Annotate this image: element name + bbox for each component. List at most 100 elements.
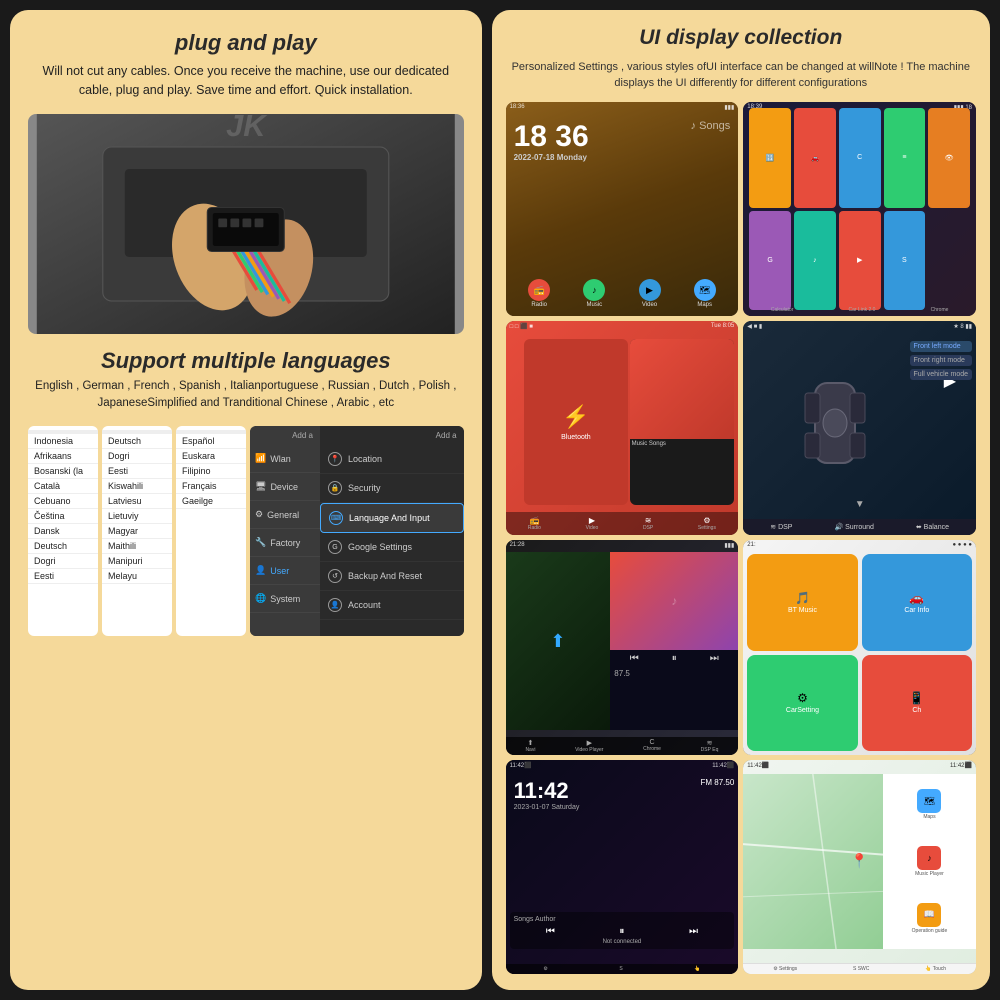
settings-account-item[interactable]: 👤 Account <box>320 591 464 620</box>
screen5-icons: ▮▮▮ <box>724 542 734 549</box>
ui-collection-description: Personalized Settings , various styles o… <box>506 60 976 92</box>
account-label: Account <box>348 600 381 610</box>
screen8-nav2[interactable]: S SWC <box>853 966 869 972</box>
settings-location-item[interactable]: 📍 Location <box>320 445 464 474</box>
settings-language-item[interactable]: ⌨ Lanquage And Input <box>320 503 464 533</box>
guide-sidebar-icon[interactable]: 📖 Operation guide <box>887 903 972 934</box>
chrome-label: Chrome <box>931 307 949 313</box>
car-topdown-view: ▶ <box>753 336 916 510</box>
screen8-nav1[interactable]: ⚙ Settings <box>773 966 797 972</box>
google-app[interactable]: G <box>749 211 791 311</box>
video-icon[interactable]: ▶ <box>639 279 661 301</box>
screen7-clock: 11:42 2023-01-07 Saturday <box>514 778 580 811</box>
eq-app[interactable]: ≡ <box>884 108 926 208</box>
settings-right-menu: Add a 📍 Location 🔒 Security ⌨ Lanquage A… <box>320 426 464 636</box>
maps-screen: 11:42⬛ 11:42⬛ 📍 <box>743 760 976 974</box>
lang-item: Català <box>28 479 98 494</box>
music-app-label: Music Player <box>915 871 944 877</box>
lang-list-col2: Deutsch Dogri Eesti Kiswahili Latviesu L… <box>102 426 172 636</box>
settings-user-item[interactable]: 👤 User <box>250 557 320 585</box>
swc-app[interactable]: S <box>884 211 926 311</box>
radio-icon[interactable]: 📻 <box>528 279 550 301</box>
chrome-nav-label: Chrome <box>643 746 661 752</box>
screen1-battery: ▮▮▮ <box>724 104 734 111</box>
carinfo-app[interactable]: 🚗 Car Info <box>862 554 972 650</box>
google-icon: G <box>328 540 342 554</box>
dsp-tab[interactable]: ≋ DSP <box>770 523 792 531</box>
google-label: Google Settings <box>348 542 412 552</box>
screen7-play[interactable]: ⏸ <box>619 926 624 937</box>
screen7-bottom-bar: ⚙ S 👆 <box>506 964 739 974</box>
ui-screen-5: 21:28 ▮▮▮ ⬆ ♪ <box>506 540 739 754</box>
track-info: 87.5 <box>610 667 738 680</box>
settings-system-item[interactable]: 🌐 System <box>250 585 320 613</box>
next-btn[interactable]: ⏭ <box>710 653 719 664</box>
ui-collection-title: UI display collection <box>506 26 976 50</box>
vidplayer-nav-item[interactable]: ▶Video Player <box>575 739 603 753</box>
chrome-app[interactable]: C <box>839 108 881 208</box>
btmusic-icon: 🎵 <box>795 591 810 605</box>
screen7-next[interactable]: ⏭ <box>689 926 698 937</box>
settings-wlan-item[interactable]: 📶 Wlan <box>250 445 320 473</box>
swc-bottom[interactable]: S <box>619 966 622 972</box>
music-icon[interactable]: ♪ <box>583 279 605 301</box>
music-sidebar-icon[interactable]: ♪ Music Player <box>887 846 972 877</box>
status-bar-8: 11:42⬛ 11:42⬛ <box>743 762 976 769</box>
general-label: General <box>267 510 299 520</box>
front-right-mode-btn[interactable]: Front right mode <box>910 355 972 366</box>
touch-bottom[interactable]: 👆 <box>694 966 700 972</box>
dsp-nav[interactable]: ≋DSP <box>643 516 653 531</box>
location-icon: 📍 <box>328 452 342 466</box>
app-grid-screen: 18:39 ▮▮▮ 18 🔢 🚗 C ≡ 👁 G ♪ ▶ S <box>743 102 976 316</box>
screen2-app-labels: Calculator Car Link 2.0 Chrome <box>743 307 976 313</box>
settings-device-item[interactable]: 🖥 Device <box>250 473 320 501</box>
full-vehicle-mode-btn[interactable]: Full vehicle mode <box>910 369 972 380</box>
maps-sidebar-icon[interactable]: 🗺 Maps <box>887 789 972 820</box>
btmusic-app[interactable]: 🎵 BT Music <box>747 554 857 650</box>
system-label: System <box>270 594 300 604</box>
navi-nav-item[interactable]: ⬆Navi <box>525 739 535 753</box>
settings-bottom[interactable]: ⚙ <box>543 966 547 972</box>
maps-label: Maps <box>697 302 712 308</box>
screen7-prev[interactable]: ⏮ <box>546 926 555 937</box>
prev-btn[interactable]: ⏮ <box>630 653 639 664</box>
lang-list-col3: Español Euskara Filipino Français Gaeilg… <box>176 426 246 636</box>
carlink-app[interactable]: 🚗 <box>794 108 836 208</box>
play-btn[interactable]: ⏸ <box>672 653 677 664</box>
settings-backup-item[interactable]: ↺ Backup And Reset <box>320 562 464 591</box>
eye-app[interactable]: 👁 <box>928 108 970 208</box>
video-nav[interactable]: ▶Video <box>586 516 599 531</box>
settings-mockup: Indonesia Afrikaans Bosanski (la Català … <box>28 426 464 636</box>
settings-security-item[interactable]: 🔒 Security <box>320 474 464 503</box>
nav-arrow: ⬆ <box>550 631 565 652</box>
screen8-nav3[interactable]: 👆 Touch <box>925 966 946 972</box>
lang-item: Filipino <box>176 464 246 479</box>
main-container: plug and play Will not cut any cables. O… <box>10 10 990 990</box>
balance-tab[interactable]: ⬌ Balance <box>916 523 949 531</box>
maps-icon[interactable]: 🗺 <box>694 279 716 301</box>
status-bar-4: ◀ ■ ▮ ★ 8 ▮▮ <box>743 323 976 330</box>
radio-nav[interactable]: 📻Radio <box>528 516 541 531</box>
screen7-media-controls: Songs Author ⏮ ⏸ ⏭ Not connected <box>510 912 735 949</box>
front-left-mode-btn[interactable]: Front left mode <box>910 341 972 352</box>
lang-item: Euskara <box>176 449 246 464</box>
dsp-nav-item[interactable]: ≋DSP Eq <box>701 739 719 753</box>
lang-item: Español <box>176 434 246 449</box>
settings-menu-panel: Add a 📶 Wlan 🖥 Device ⚙ General <box>250 426 464 636</box>
surround-tab[interactable]: 🔊 Surround <box>834 523 873 531</box>
svg-text:JK: JK <box>226 114 268 143</box>
ch-app[interactable]: 📱 Ch <box>862 655 972 751</box>
screen7-not-connected: Not connected <box>514 939 731 945</box>
settings-factory-item[interactable]: 🔧 Factory <box>250 529 320 557</box>
chrome-nav-item[interactable]: CChrome <box>643 739 661 753</box>
settings-nav[interactable]: ⚙Settings <box>698 516 716 531</box>
music-player-app[interactable]: ♪ <box>794 211 836 311</box>
settings-google-item[interactable]: G Google Settings <box>320 533 464 562</box>
screen8-right: 11:42⬛ <box>950 762 972 769</box>
account-icon: 👤 <box>328 598 342 612</box>
calc-app[interactable]: 🔢 <box>749 108 791 208</box>
playstore-app[interactable]: ▶ <box>839 211 881 311</box>
music-card: Music Songs <box>630 339 735 505</box>
carsetting-app[interactable]: ⚙ CarSetting <box>747 655 857 751</box>
settings-general-item[interactable]: ⚙ General <box>250 501 320 529</box>
